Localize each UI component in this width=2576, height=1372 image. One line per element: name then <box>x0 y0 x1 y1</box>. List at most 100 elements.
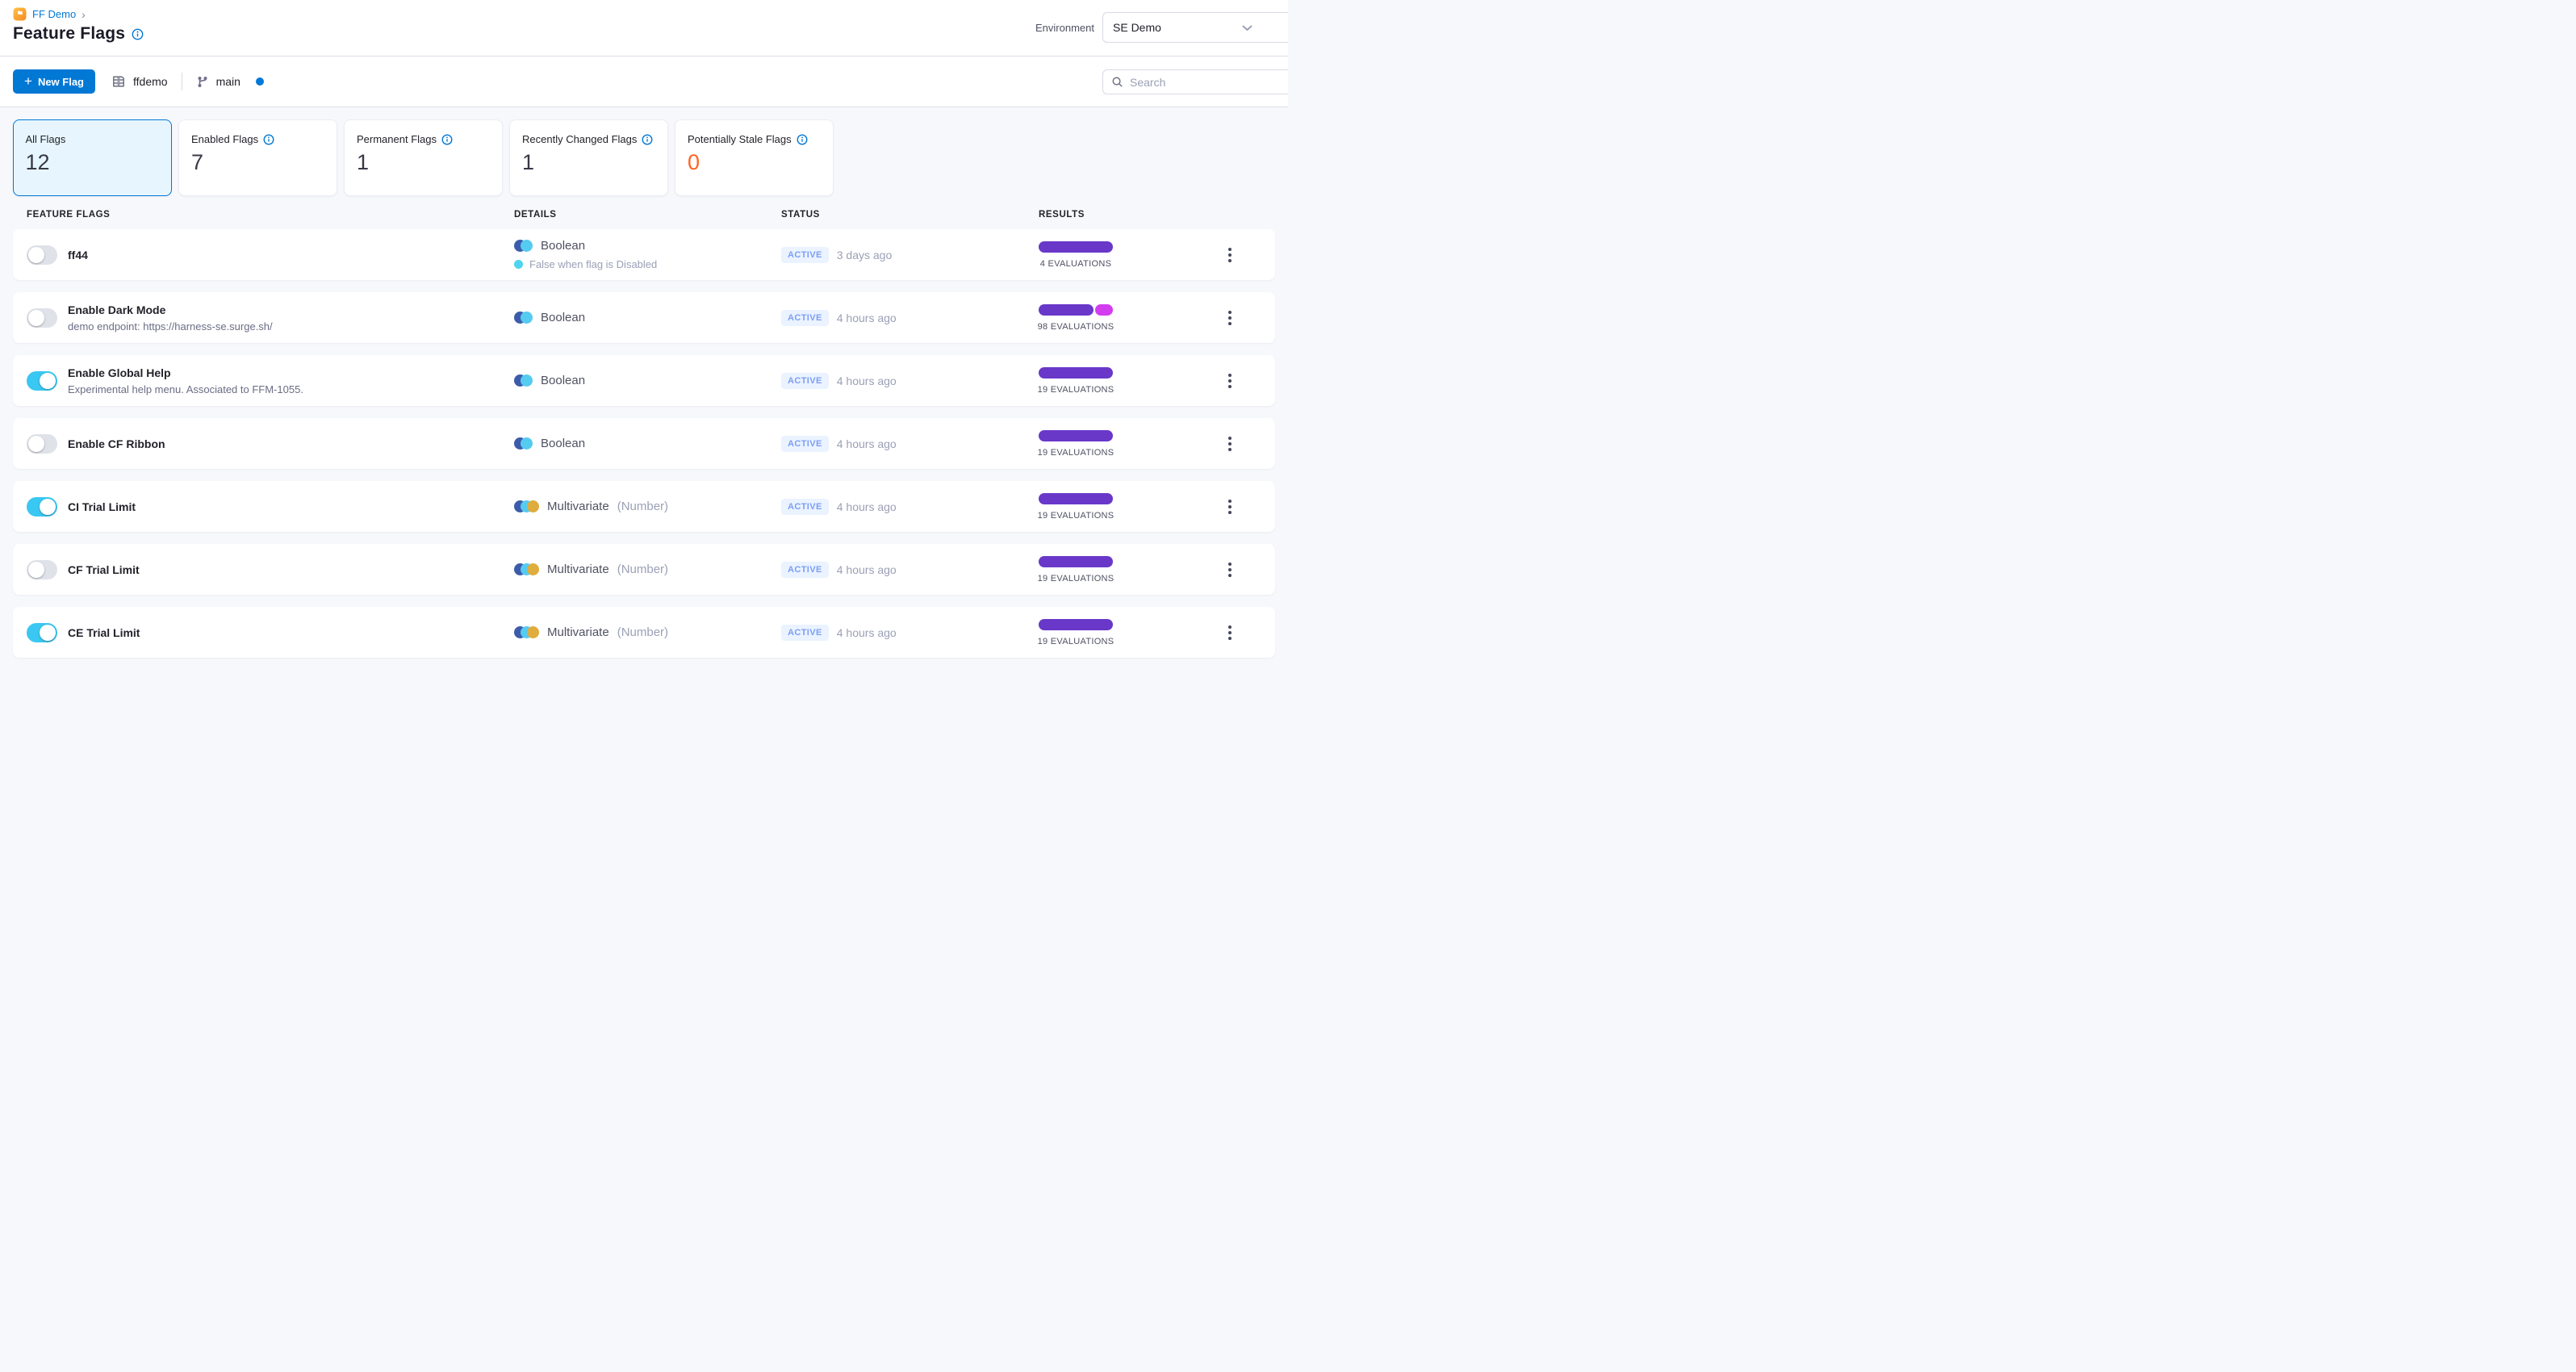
status-badge: ACTIVE <box>781 435 829 452</box>
flag-toggle[interactable] <box>27 307 57 328</box>
row-menu-button[interactable] <box>1223 243 1236 267</box>
flag-toggle[interactable] <box>27 245 57 265</box>
flag-type-icon <box>514 437 533 450</box>
flag-name: CI Trial Limit <box>68 500 136 513</box>
flag-type: Multivariate <box>547 563 609 576</box>
info-icon[interactable] <box>441 134 453 145</box>
flag-type: Boolean <box>541 374 586 387</box>
column-header-details: DETAILS <box>514 210 557 220</box>
flag-type-icon <box>514 500 539 513</box>
repository-name: ffdemo <box>133 75 168 88</box>
environment-label: Environment <box>1035 22 1094 34</box>
row-menu-button[interactable] <box>1223 306 1236 330</box>
search-input[interactable] <box>1130 75 1267 89</box>
new-flag-button[interactable]: + New Flag <box>13 69 96 94</box>
toolbar: + New Flag ffdemo main <box>0 56 1288 107</box>
flag-name: Enable Dark Mode <box>68 303 166 316</box>
summary-card-permanent-flags[interactable]: Permanent Flags 1 <box>344 119 503 196</box>
column-header-feature-flags: FEATURE FLAGS <box>27 210 111 220</box>
flag-toggle[interactable] <box>27 433 57 454</box>
flag-subtext: False when flag is Disabled <box>529 258 658 270</box>
table-row[interactable]: Enable CF Ribbon Boolean ACTIVE 4 hours … <box>13 418 1275 469</box>
status-badge: ACTIVE <box>781 246 829 263</box>
evaluations-count: 19 EVALUATIONS <box>1037 447 1114 458</box>
row-menu-button[interactable] <box>1223 621 1236 645</box>
column-header-results: RESULTS <box>1039 210 1085 220</box>
card-label: Permanent Flags <box>357 133 437 145</box>
flag-type-note: (Number) <box>617 563 669 576</box>
status-badge: ACTIVE <box>781 498 829 515</box>
evaluations-bar <box>1039 241 1113 253</box>
table-row[interactable]: Enable Dark Mode demo endpoint: https://… <box>13 292 1275 343</box>
breadcrumb-chevron: › <box>82 7 86 21</box>
status-badge: ACTIVE <box>781 624 829 641</box>
breadcrumb[interactable]: FF Demo › <box>13 7 86 21</box>
status-badge: ACTIVE <box>781 372 829 389</box>
main-content: All Flags 12 Enabled Flags 7 Permanent F… <box>0 107 1288 658</box>
row-menu-button[interactable] <box>1223 495 1236 519</box>
info-icon[interactable] <box>797 134 808 145</box>
flag-type-icon <box>514 625 539 639</box>
git-branch-icon <box>198 76 207 87</box>
chevron-down-icon <box>1242 25 1252 31</box>
branch-name: main <box>215 75 240 88</box>
flag-description: Experimental help menu. Associated to FF… <box>68 383 303 395</box>
evaluations-bar <box>1039 303 1113 316</box>
flag-type: Multivariate <box>547 500 609 513</box>
flag-name: CE Trial Limit <box>68 625 140 639</box>
evaluations-count: 19 EVALUATIONS <box>1037 573 1114 584</box>
summary-card-all-flags[interactable]: All Flags 12 <box>13 119 172 196</box>
evaluations-bar <box>1039 618 1113 630</box>
page-header: FF Demo › Feature Flags Environment SE D… <box>0 0 1288 56</box>
flag-name: CF Trial Limit <box>68 563 140 576</box>
flag-type: Boolean <box>541 437 586 450</box>
search-icon <box>1112 77 1123 87</box>
card-value: 1 <box>522 150 535 174</box>
table-header: FEATURE FLAGS DETAILS STATUS RESULTS <box>13 205 1275 229</box>
summary-card-enabled-flags[interactable]: Enabled Flags 7 <box>178 119 337 196</box>
last-updated: 4 hours ago <box>836 563 897 576</box>
card-label: Potentially Stale Flags <box>688 133 792 145</box>
flag-toggle[interactable] <box>27 370 57 391</box>
last-updated: 4 hours ago <box>836 311 897 324</box>
row-menu-button[interactable] <box>1223 432 1236 456</box>
flag-name: Enable CF Ribbon <box>68 437 165 450</box>
table-row[interactable]: Enable Global Help Experimental help men… <box>13 355 1275 406</box>
evaluations-count: 98 EVALUATIONS <box>1037 321 1114 332</box>
row-menu-button[interactable] <box>1223 558 1236 582</box>
repository-icon <box>113 76 124 87</box>
flag-type: Boolean <box>541 311 586 324</box>
table-row[interactable]: CI Trial Limit Multivariate (Number) ACT… <box>13 481 1275 532</box>
row-menu-button[interactable] <box>1223 369 1236 393</box>
status-badge: ACTIVE <box>781 561 829 578</box>
flag-type: Multivariate <box>547 625 609 639</box>
info-icon[interactable] <box>263 134 274 145</box>
summary-card-recently-changed-flags[interactable]: Recently Changed Flags 1 <box>509 119 668 196</box>
table-row[interactable]: CE Trial Limit Multivariate (Number) ACT… <box>13 607 1275 658</box>
last-updated: 4 hours ago <box>836 437 897 450</box>
flag-type-icon <box>514 563 539 576</box>
summary-card-potentially-stale-flags[interactable]: Potentially Stale Flags 0 <box>675 119 834 196</box>
breadcrumb-project[interactable]: FF Demo <box>32 8 76 20</box>
flag-type: Boolean <box>541 239 586 253</box>
info-icon[interactable] <box>642 134 653 145</box>
flag-description: demo endpoint: https://harness-se.surge.… <box>68 320 273 333</box>
evaluations-count: 19 EVALUATIONS <box>1037 510 1114 521</box>
flag-toggle[interactable] <box>27 559 57 579</box>
summary-cards: All Flags 12 Enabled Flags 7 Permanent F… <box>13 119 1275 196</box>
column-header-status: STATUS <box>781 210 820 220</box>
table-row[interactable]: CF Trial Limit Multivariate (Number) ACT… <box>13 544 1275 595</box>
ff-project-icon <box>13 7 27 21</box>
environment-select[interactable]: SE Demo <box>1102 12 1288 43</box>
repository-selector[interactable]: ffdemo <box>111 74 168 89</box>
flag-toggle[interactable] <box>27 496 57 517</box>
card-value: 7 <box>191 150 204 174</box>
branch-selector[interactable]: main <box>196 75 264 89</box>
flag-toggle[interactable] <box>27 622 57 642</box>
card-label: Enabled Flags <box>191 133 259 145</box>
evaluations-count: 19 EVALUATIONS <box>1037 636 1114 646</box>
variation-dot <box>514 260 523 269</box>
flag-name: ff44 <box>68 248 88 261</box>
title-info-icon[interactable] <box>132 28 144 40</box>
table-row[interactable]: ff44 Boolean False when flag is Disabled… <box>13 229 1275 280</box>
